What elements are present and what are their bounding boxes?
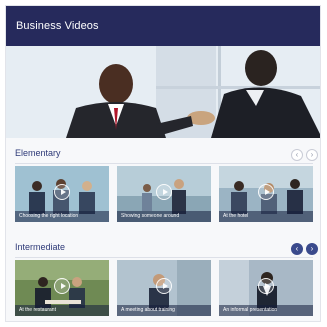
chevron-left-icon: ‹ [295, 244, 299, 253]
play-icon [258, 278, 274, 294]
video-card-restaurant[interactable]: At the restaurant [15, 260, 109, 316]
video-caption: An informal presentation [219, 305, 313, 316]
video-card-at-hotel[interactable]: At the hotel [219, 166, 313, 222]
chevron-right-icon: › [310, 244, 314, 253]
elementary-next-button[interactable]: › [306, 149, 318, 161]
video-caption: At the restaurant [15, 305, 109, 316]
video-caption: Showing someone around [117, 211, 211, 222]
video-caption: At the hotel [219, 211, 313, 222]
play-icon [156, 184, 172, 200]
intermediate-next-button[interactable]: › [306, 243, 318, 255]
video-card-choosing-location[interactable]: Choosing the right location [15, 166, 109, 222]
page-title: Business Videos [16, 20, 99, 32]
section-divider [15, 163, 313, 164]
elementary-prev-button[interactable]: ‹ [291, 149, 303, 161]
play-icon [156, 278, 172, 294]
section-divider [15, 257, 313, 258]
hero-photo-illustration [6, 46, 320, 138]
video-caption: Choosing the right location [15, 211, 109, 222]
chevron-right-icon: › [310, 150, 314, 159]
app-window: Business Videos Elementary ‹ › Choosing … [5, 5, 321, 322]
section-title-intermediate: Intermediate [15, 242, 66, 252]
play-icon [54, 278, 70, 294]
play-icon [54, 184, 70, 200]
video-caption: A meeting about training [117, 305, 211, 316]
intermediate-prev-button[interactable]: ‹ [291, 243, 303, 255]
play-icon [258, 184, 274, 200]
video-card-meeting-training[interactable]: A meeting about training [117, 260, 211, 316]
chevron-left-icon: ‹ [295, 150, 299, 159]
header-bar: Business Videos [6, 6, 320, 46]
hero-image [6, 46, 320, 138]
video-card-showing-around[interactable]: Showing someone around [117, 166, 211, 222]
section-title-elementary: Elementary [15, 148, 61, 158]
video-card-informal-presentation[interactable]: An informal presentation [219, 260, 313, 316]
